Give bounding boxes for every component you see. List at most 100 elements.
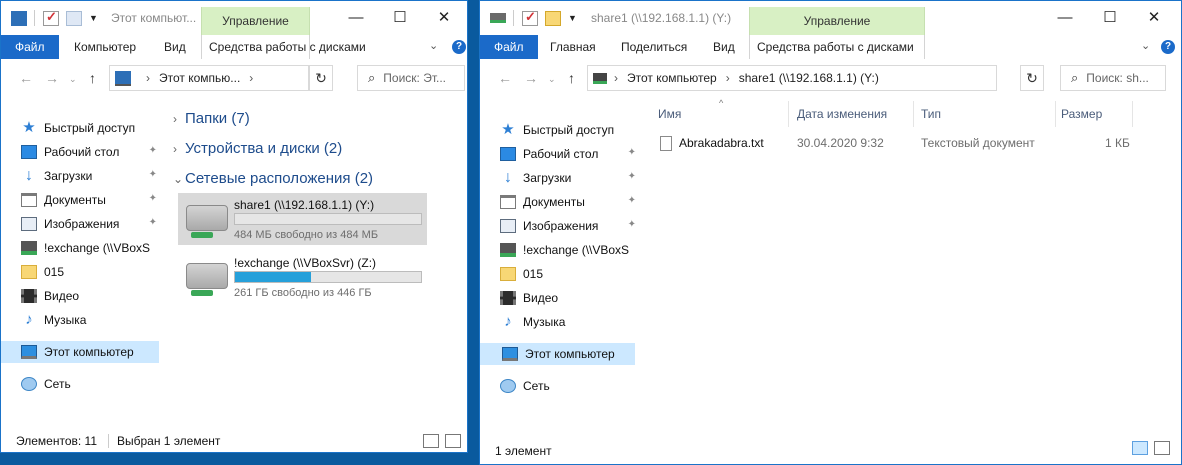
- help-icon[interactable]: ?: [1161, 40, 1175, 54]
- address-segment[interactable]: share1 (\\192.168.1.1) (Y:): [739, 71, 879, 85]
- nav-item-network[interactable]: Сеть: [500, 375, 640, 397]
- tab-computer[interactable]: Компьютер: [67, 35, 143, 59]
- help-icon[interactable]: ?: [452, 40, 466, 54]
- tab-file[interactable]: Файл: [1, 35, 59, 59]
- column-header-name[interactable]: Имя: [658, 107, 681, 121]
- customize-toolbar-dropdown-icon[interactable]: ▼: [89, 13, 98, 23]
- pin-icon[interactable]: ✦: [149, 169, 157, 180]
- nav-item-quick-access[interactable]: ★ Быстрый доступ: [21, 117, 161, 139]
- recent-locations-icon[interactable]: ⌄: [69, 74, 77, 85]
- close-button[interactable]: ✕: [425, 5, 463, 31]
- pin-icon[interactable]: ✦: [628, 195, 636, 206]
- pin-icon[interactable]: ✦: [149, 193, 157, 204]
- chevron-right-icon[interactable]: ›: [249, 71, 253, 85]
- address-segment[interactable]: Этот компью...: [159, 71, 240, 85]
- column-header-size[interactable]: Размер: [1061, 107, 1102, 121]
- new-folder-icon[interactable]: [66, 10, 82, 26]
- back-icon[interactable]: ←: [498, 70, 512, 86]
- expand-ribbon-icon[interactable]: ⌄: [429, 39, 438, 52]
- tab-home[interactable]: Главная: [543, 35, 603, 59]
- nav-item-network[interactable]: Сеть: [21, 373, 161, 395]
- maximize-button[interactable]: ☐: [1091, 5, 1129, 31]
- customize-toolbar-dropdown-icon[interactable]: ▼: [568, 13, 577, 23]
- refresh-button[interactable]: ↻: [309, 65, 333, 91]
- pin-icon[interactable]: ✦: [149, 145, 157, 156]
- column-header-modified[interactable]: Дата изменения: [797, 107, 887, 121]
- pin-icon[interactable]: ✦: [149, 217, 157, 228]
- search-input[interactable]: ⌕ Поиск: sh...: [1060, 65, 1166, 91]
- search-input[interactable]: ⌕ Поиск: Эт...: [357, 65, 465, 91]
- tab-view[interactable]: Вид: [157, 35, 193, 59]
- tab-drive-tools[interactable]: Средства работы с дисками: [201, 35, 366, 59]
- nav-item-pictures[interactable]: Изображения ✦: [500, 215, 640, 237]
- nav-item-downloads[interactable]: ↓ Загрузки ✦: [500, 167, 640, 189]
- nav-item-this-pc[interactable]: Этот компьютер: [480, 343, 635, 365]
- nav-item-exchange[interactable]: !exchange (\\VBoxS: [21, 237, 161, 259]
- up-icon[interactable]: ↑: [568, 70, 575, 86]
- address-bar[interactable]: › Этот компью... ›: [109, 65, 309, 91]
- nav-item-this-pc[interactable]: Этот компьютер: [1, 341, 159, 363]
- nav-item-exchange[interactable]: !exchange (\\VBoxS: [500, 239, 640, 261]
- title-bar[interactable]: ▼ Этот компьют... Управление — ☐ ✕: [1, 1, 467, 35]
- nav-item-music[interactable]: ♪ Музыка: [500, 311, 640, 333]
- forward-icon[interactable]: →: [524, 70, 538, 86]
- forward-icon[interactable]: →: [45, 70, 59, 86]
- expand-ribbon-icon[interactable]: ⌄: [1141, 39, 1150, 52]
- details-view-icon[interactable]: [1132, 441, 1148, 455]
- drive-tile-exchange[interactable]: !exchange (\\VBoxSvr) (Z:) 261 ГБ свобод…: [178, 251, 427, 303]
- large-icons-view-icon[interactable]: [445, 434, 461, 448]
- chevron-down-icon[interactable]: ⌄: [173, 172, 185, 186]
- tab-view[interactable]: Вид: [706, 35, 742, 59]
- properties-icon[interactable]: [522, 9, 538, 26]
- column-header-type[interactable]: Тип: [921, 107, 941, 121]
- nav-item-downloads[interactable]: ↓ Загрузки ✦: [21, 165, 161, 187]
- explorer-window-share1[interactable]: ▼ share1 (\\192.168.1.1) (Y:) Управление…: [479, 0, 1182, 465]
- nav-item-015[interactable]: 015: [21, 261, 161, 283]
- close-button[interactable]: ✕: [1135, 5, 1173, 31]
- maximize-button[interactable]: ☐: [381, 5, 419, 31]
- group-folders[interactable]: › Папки (7): [173, 110, 250, 127]
- refresh-button[interactable]: ↻: [1020, 65, 1044, 91]
- tab-drive-tools[interactable]: Средства работы с дисками: [749, 35, 925, 59]
- properties-icon[interactable]: [43, 9, 59, 26]
- explorer-window-this-pc[interactable]: ▼ Этот компьют... Управление — ☐ ✕ Файл …: [0, 0, 468, 453]
- address-bar[interactable]: › Этот компьютер › share1 (\\192.168.1.1…: [587, 65, 997, 91]
- pin-icon[interactable]: ✦: [628, 171, 636, 182]
- title-bar[interactable]: ▼ share1 (\\192.168.1.1) (Y:) Управление…: [480, 1, 1181, 35]
- back-icon[interactable]: ←: [19, 70, 33, 86]
- address-segment[interactable]: Этот компьютер: [627, 71, 717, 85]
- large-icons-view-icon[interactable]: [1154, 441, 1170, 455]
- nav-item-video[interactable]: Видео: [21, 285, 161, 307]
- group-network-locations[interactable]: ⌄ Сетевые расположения (2): [173, 170, 373, 187]
- tab-file[interactable]: Файл: [480, 35, 538, 59]
- column-divider[interactable]: [1055, 101, 1056, 127]
- recent-locations-icon[interactable]: ⌄: [548, 74, 556, 85]
- column-divider[interactable]: [788, 101, 789, 127]
- pin-icon[interactable]: ✦: [628, 147, 636, 158]
- nav-item-documents[interactable]: Документы ✦: [21, 189, 161, 211]
- nav-item-desktop[interactable]: Рабочий стол ✦: [500, 143, 640, 165]
- file-name-cell[interactable]: Abrakadabra.txt: [660, 133, 785, 155]
- nav-item-desktop[interactable]: Рабочий стол ✦: [21, 141, 161, 163]
- chevron-right-icon[interactable]: ›: [173, 112, 185, 126]
- pin-icon[interactable]: ✦: [628, 219, 636, 230]
- nav-item-documents[interactable]: Документы ✦: [500, 191, 640, 213]
- details-view-icon[interactable]: [423, 434, 439, 448]
- column-divider[interactable]: [913, 101, 914, 127]
- group-devices[interactable]: › Устройства и диски (2): [173, 140, 342, 157]
- nav-item-video[interactable]: Видео: [500, 287, 640, 309]
- tab-share[interactable]: Поделиться: [614, 35, 694, 59]
- column-divider[interactable]: [1132, 101, 1133, 127]
- drive-tile-share1[interactable]: share1 (\\192.168.1.1) (Y:) 484 МБ свобо…: [178, 193, 427, 245]
- nav-item-015[interactable]: 015: [500, 263, 640, 285]
- chevron-right-icon[interactable]: ›: [726, 71, 730, 85]
- minimize-button[interactable]: —: [1046, 5, 1084, 31]
- nav-item-music[interactable]: ♪ Музыка: [21, 309, 161, 331]
- up-icon[interactable]: ↑: [89, 70, 96, 86]
- nav-item-quick-access[interactable]: ★ Быстрый доступ: [500, 119, 640, 141]
- chevron-right-icon[interactable]: ›: [173, 142, 185, 156]
- minimize-button[interactable]: —: [337, 5, 375, 31]
- nav-item-pictures[interactable]: Изображения ✦: [21, 213, 161, 235]
- nav-label: Видео: [523, 291, 559, 305]
- new-folder-icon[interactable]: [545, 10, 561, 26]
